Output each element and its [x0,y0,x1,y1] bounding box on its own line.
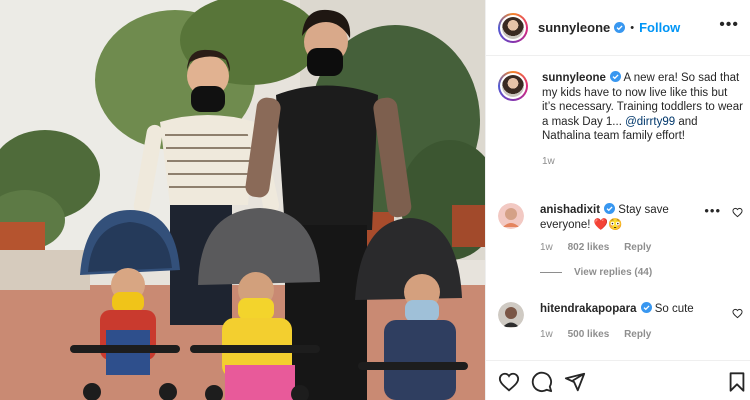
comment-like-heart-icon[interactable] [732,207,743,218]
caption-text: sunnyleone A new era! So sad that my kid… [542,71,743,144]
heart-icon[interactable] [498,371,520,393]
comment-likes[interactable]: 500 likes [568,329,610,340]
comment-more-icon[interactable]: ••• [704,203,721,218]
comment-item: hitendrakapopara So cute 1w 500 likes Re… [498,302,743,340]
comment-meta: 1w 500 likes Reply [540,329,743,340]
comment-username[interactable]: hitendrakapopara [540,303,637,315]
verified-badge-icon [640,302,652,313]
comment-icon[interactable] [531,371,553,393]
view-replies-label: View replies (44) [574,267,653,278]
comment-reply-button[interactable]: Reply [624,242,651,253]
comment-like-heart-icon[interactable] [732,308,743,319]
caption-timestamp: 1w [542,155,555,167]
family-photo-illustration [0,0,485,400]
comment-time: 1w [540,328,553,340]
comment-item: anishadixit Stay save everyone! ❤️😳 ••• … [498,203,743,278]
caption-mention-link[interactable]: @dirrty99 [625,116,675,128]
caption-username[interactable]: sunnyleone [542,72,606,84]
comments-section[interactable]: sunnyleone A new era! So sad that my kid… [486,57,750,357]
verified-badge-icon [604,203,616,214]
comment-meta: 1w 802 likes Reply [540,242,743,253]
comment-username[interactable]: anishadixit [540,204,600,216]
verified-badge-icon [609,71,621,82]
post-caption: sunnyleone A new era! So sad that my kid… [498,71,743,167]
post-photo[interactable] [0,0,485,400]
more-options-icon[interactable]: ••• [719,17,739,33]
replies-line [540,272,562,273]
caption-avatar[interactable] [498,71,528,101]
post-header: sunnyleone • Follow ••• [486,0,750,56]
comment-body: So cute [651,303,694,315]
commenter-avatar[interactable] [498,302,524,328]
comment-likes[interactable]: 802 likes [568,242,610,253]
post-side-panel: sunnyleone • Follow ••• sunnyleone A new… [485,0,750,400]
author-avatar[interactable] [498,12,528,43]
comment-text: hitendrakapopara So cute [540,302,743,317]
share-icon[interactable] [564,371,586,393]
bookmark-icon[interactable] [726,371,748,393]
author-username[interactable]: sunnyleone [538,20,610,35]
post-action-bar [486,360,750,400]
header-separator: • [630,21,635,34]
verified-badge-icon [614,22,626,33]
follow-button[interactable]: Follow [639,20,680,35]
commenter-avatar[interactable] [498,203,524,229]
comment-reply-button[interactable]: Reply [624,329,651,340]
view-replies-button[interactable]: View replies (44) [540,267,743,278]
comment-time: 1w [540,242,553,253]
